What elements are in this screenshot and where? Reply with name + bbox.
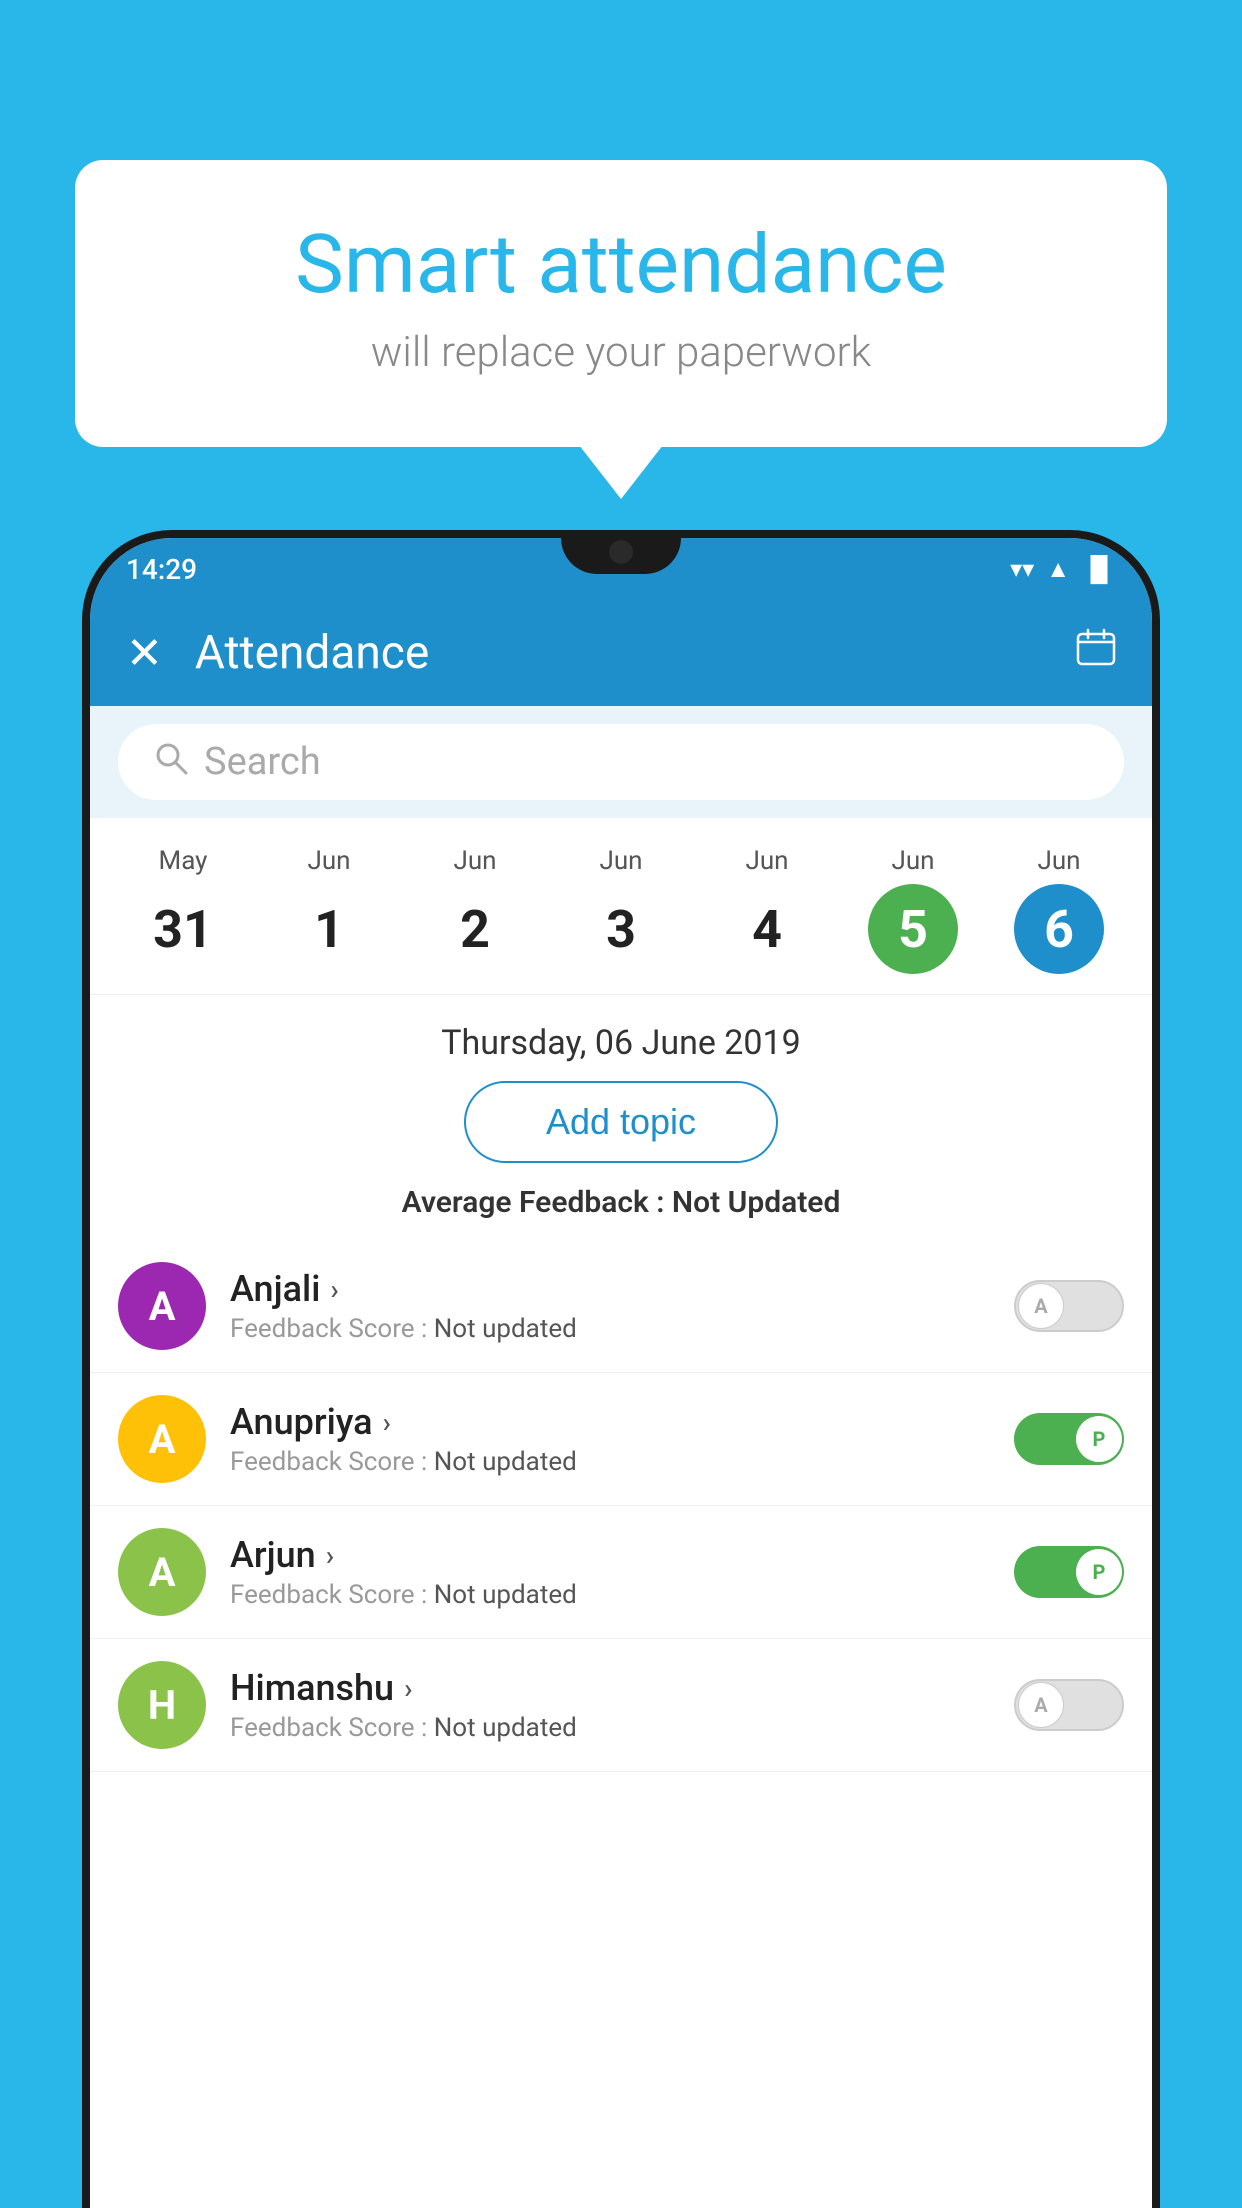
add-topic-container: Add topic: [90, 1081, 1152, 1185]
close-button[interactable]: ✕: [126, 631, 163, 675]
calendar-day-6[interactable]: Jun 6: [1014, 846, 1104, 974]
cal-date-label: 5: [868, 884, 958, 974]
phone-inner: 14:29 ▾▾ ▲ ▐▌ ✕ Attendance: [90, 538, 1152, 2208]
notch-camera: [609, 540, 633, 564]
calendar-day-2[interactable]: Jun 2: [430, 846, 520, 974]
bubble-subtitle: will replace your paperwork: [155, 328, 1087, 377]
phone-frame: 14:29 ▾▾ ▲ ▐▌ ✕ Attendance: [82, 530, 1160, 2208]
cal-month-label: Jun: [599, 846, 642, 876]
cal-month-label: Jun: [891, 846, 934, 876]
cal-date-label: 2: [430, 884, 520, 974]
speech-bubble-container: Smart attendance will replace your paper…: [75, 160, 1167, 447]
cal-date-label: 3: [576, 884, 666, 974]
add-topic-button[interactable]: Add topic: [464, 1081, 778, 1163]
calendar-icon[interactable]: [1076, 628, 1116, 678]
student-info: Himanshu › Feedback Score : Not updated: [230, 1667, 990, 1743]
calendar-day-1[interactable]: Jun 1: [284, 846, 374, 974]
student-feedback-score: Feedback Score : Not updated: [230, 1713, 990, 1743]
cal-month-label: Jun: [453, 846, 496, 876]
student-name: Anjali ›: [230, 1268, 990, 1310]
attendance-toggle[interactable]: A: [1014, 1679, 1124, 1731]
toggle-knob: P: [1076, 1416, 1122, 1462]
battery-icon: ▐▌: [1082, 555, 1116, 584]
signal-icon: ▲: [1046, 555, 1070, 584]
speech-bubble: Smart attendance will replace your paper…: [75, 160, 1167, 447]
toggle-knob: A: [1018, 1283, 1064, 1329]
student-info: Anjali › Feedback Score : Not updated: [230, 1268, 990, 1344]
header-title: Attendance: [195, 626, 1044, 680]
student-item[interactable]: H Himanshu › Feedback Score : Not updated A: [90, 1639, 1152, 1772]
chevron-right-icon: ›: [383, 1406, 391, 1439]
attendance-toggle[interactable]: P: [1014, 1413, 1124, 1465]
student-list: AAnjali ›Feedback Score : Not updatedAAA…: [90, 1240, 1152, 1772]
avg-feedback-value: Not Updated: [672, 1185, 840, 1220]
student-info: Anupriya › Feedback Score : Not updated: [230, 1401, 990, 1477]
cal-month-label: May: [159, 846, 208, 876]
calendar-day-3[interactable]: Jun 3: [576, 846, 666, 974]
chevron-right-icon: ›: [404, 1672, 412, 1705]
chevron-right-icon: ›: [330, 1273, 338, 1306]
status-time: 14:29: [126, 553, 197, 586]
student-avatar: H: [118, 1661, 206, 1749]
app-header: ✕ Attendance: [90, 600, 1152, 706]
calendar-day-4[interactable]: Jun 4: [722, 846, 812, 974]
student-item[interactable]: A Anupriya › Feedback Score : Not updated P: [90, 1373, 1152, 1506]
student-feedback-score: Feedback Score : Not updated: [230, 1580, 990, 1610]
avg-feedback-label: Average Feedback :: [402, 1185, 665, 1220]
student-item[interactable]: A Arjun › Feedback Score : Not updated P: [90, 1506, 1152, 1639]
student-name: Anupriya ›: [230, 1401, 990, 1443]
student-feedback-score: Feedback Score : Not updated: [230, 1447, 990, 1477]
toggle-knob: P: [1076, 1549, 1122, 1595]
calendar-day-31[interactable]: May 31: [138, 846, 228, 974]
student-avatar: A: [118, 1528, 206, 1616]
search-icon: [154, 741, 188, 784]
search-bar-container: Search: [90, 706, 1152, 818]
student-avatar: A: [118, 1395, 206, 1483]
cal-month-label: Jun: [745, 846, 788, 876]
student-info: Arjun › Feedback Score : Not updated: [230, 1534, 990, 1610]
selected-date-label: Thursday, 06 June 2019: [90, 995, 1152, 1081]
student-feedback-score: Feedback Score : Not updated: [230, 1314, 990, 1344]
student-name: Himanshu ›: [230, 1667, 990, 1709]
calendar-day-5[interactable]: Jun 5: [868, 846, 958, 974]
student-avatar: A: [118, 1262, 206, 1350]
attendance-toggle[interactable]: A: [1014, 1280, 1124, 1332]
notch: [561, 530, 681, 574]
student-name: Arjun ›: [230, 1534, 990, 1576]
student-item[interactable]: A Anjali › Feedback Score : Not updated A: [90, 1240, 1152, 1373]
cal-month-label: Jun: [307, 846, 350, 876]
cal-date-label: 6: [1014, 884, 1104, 974]
cal-date-label: 1: [284, 884, 374, 974]
chevron-right-icon: ›: [326, 1539, 334, 1572]
status-icons: ▾▾ ▲ ▐▌: [1010, 555, 1116, 584]
toggle-knob: A: [1018, 1682, 1064, 1728]
average-feedback: Average Feedback : Not Updated: [90, 1185, 1152, 1240]
attendance-toggle[interactable]: P: [1014, 1546, 1124, 1598]
cal-month-label: Jun: [1037, 846, 1080, 876]
wifi-icon: ▾▾: [1010, 555, 1034, 583]
cal-date-label: 4: [722, 884, 812, 974]
search-placeholder: Search: [204, 740, 321, 784]
calendar-strip: May 31 Jun 1 Jun 2 Jun 3 Jun 4 Jun 5 Jun 6: [90, 818, 1152, 995]
bubble-title: Smart attendance: [155, 220, 1087, 310]
search-bar[interactable]: Search: [118, 724, 1124, 800]
cal-date-label: 31: [138, 884, 228, 974]
